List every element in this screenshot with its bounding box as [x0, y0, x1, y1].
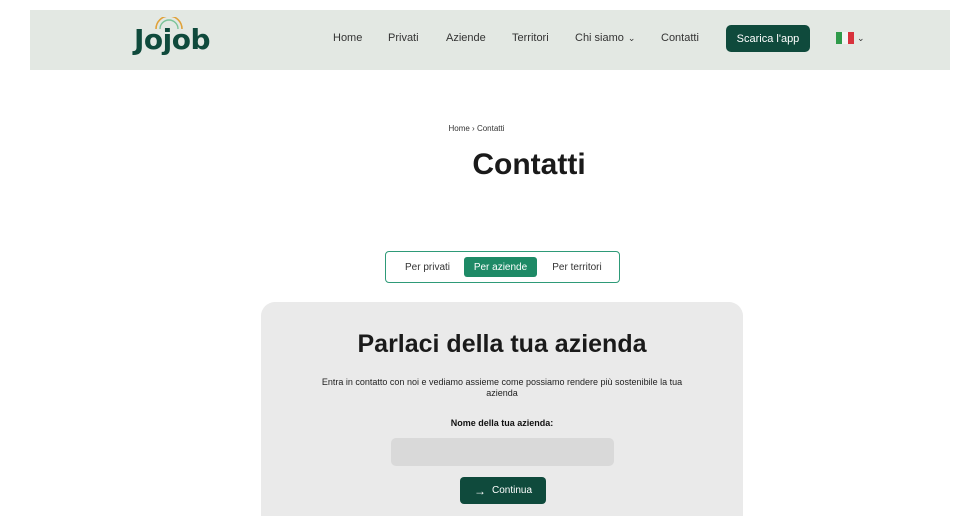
chevron-down-icon: ⌄ — [857, 32, 865, 43]
main-nav: Home Privati Aziende Territori Chi siamo… — [30, 10, 950, 70]
arrow-right-icon: → — [473, 483, 486, 498]
continue-label: Continua — [491, 485, 533, 496]
nav-chi-siamo[interactable]: Chi siamo ⌄ — [575, 32, 635, 44]
company-name-input[interactable] — [391, 438, 614, 466]
chevron-down-icon: ⌄ — [627, 33, 636, 43]
form-description: Entra in contatto con noi e vediamo assi… — [321, 377, 683, 398]
page-title: Contatti — [472, 148, 586, 181]
breadcrumb-separator: › — [472, 124, 475, 133]
italy-flag-icon — [836, 32, 854, 44]
breadcrumb-home[interactable]: Home — [448, 124, 469, 133]
breadcrumb: Home › Contatti — [0, 124, 953, 133]
nav-privati[interactable]: Privati — [388, 32, 419, 44]
tab-per-aziende[interactable]: Per aziende — [464, 257, 537, 277]
nav-territori[interactable]: Territori — [512, 32, 549, 44]
company-name-label: Nome della tua azienda: — [450, 418, 554, 428]
contact-type-tabs: Per privati Per aziende Per territori — [385, 251, 620, 283]
form-title: Parlaci della tua azienda — [357, 330, 647, 358]
site-header: Jojob Home Privati Aziende Territori Chi… — [30, 10, 950, 70]
breadcrumb-current: Contatti — [476, 124, 505, 133]
download-app-button[interactable]: Scarica l'app — [726, 25, 810, 52]
company-contact-card: Parlaci della tua azienda Entra in conta… — [261, 302, 743, 516]
nav-chi-siamo-label: Chi siamo — [575, 32, 624, 44]
tab-per-privati[interactable]: Per privati — [393, 257, 462, 277]
tab-per-territori[interactable]: Per territori — [541, 257, 613, 277]
language-selector[interactable]: ⌄ — [836, 32, 865, 44]
continue-button[interactable]: → Continua — [460, 477, 546, 504]
nav-home[interactable]: Home — [333, 32, 362, 44]
nav-aziende[interactable]: Aziende — [446, 32, 486, 44]
nav-contatti[interactable]: Contatti — [661, 32, 699, 44]
